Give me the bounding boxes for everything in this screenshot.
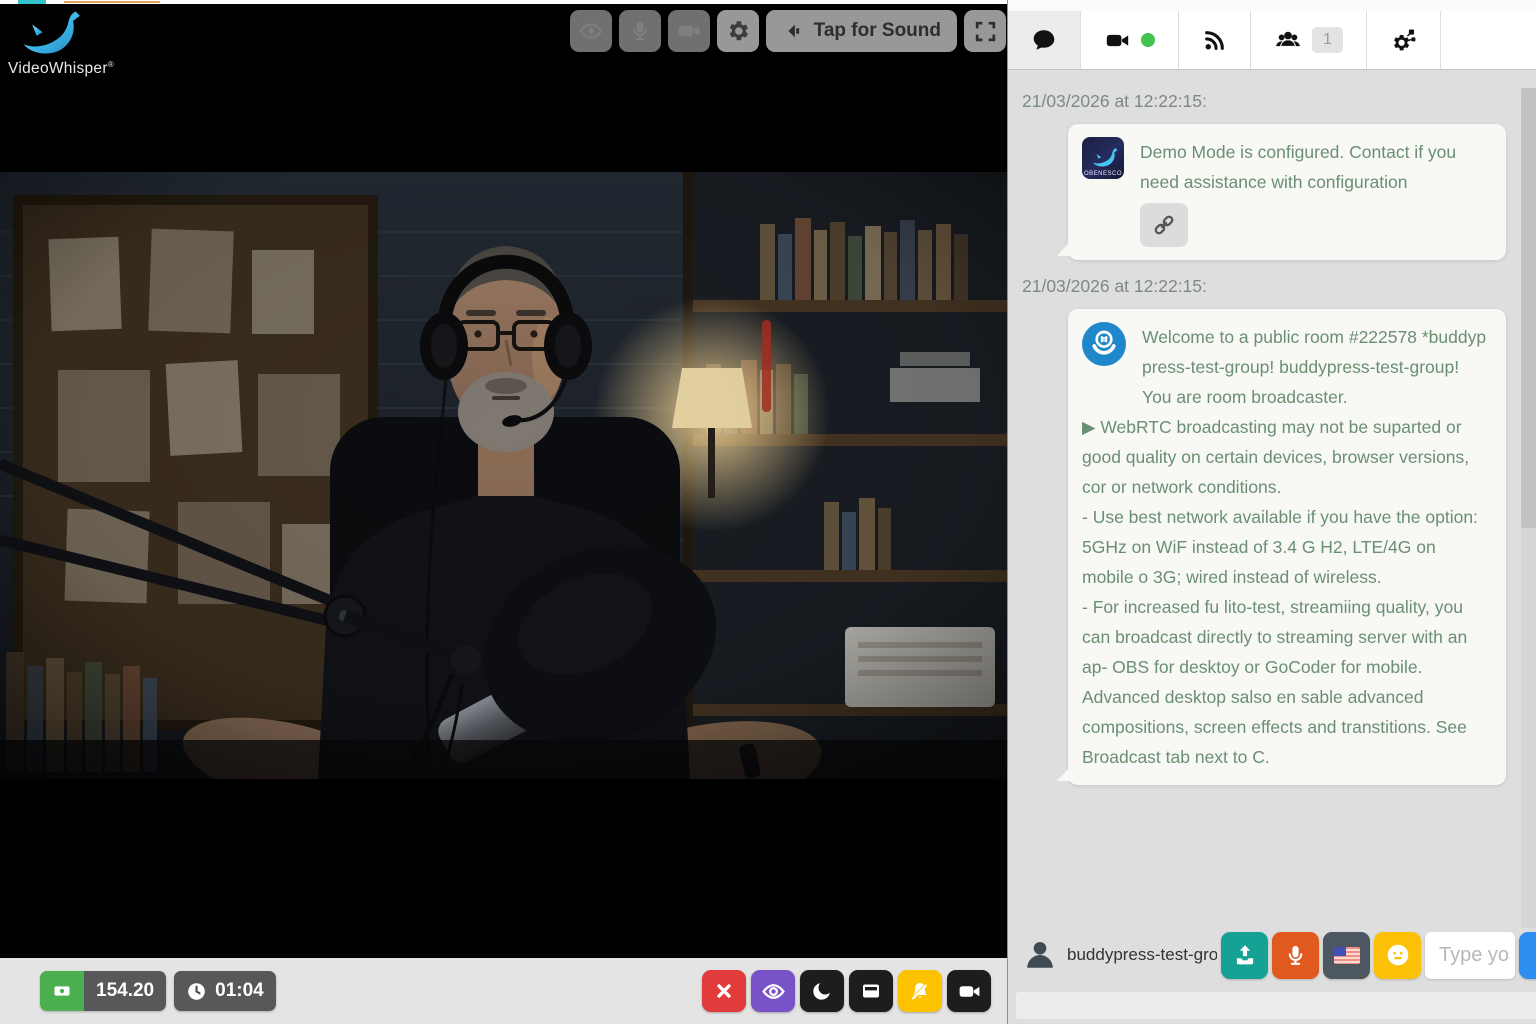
- gear-icon: [725, 18, 751, 44]
- language-flag-button[interactable]: [1323, 932, 1370, 979]
- chat-scrollbar-track[interactable]: [1521, 88, 1536, 928]
- eye-icon: [578, 18, 604, 44]
- bubble-tail: [1057, 232, 1079, 256]
- registered-mark: ®: [108, 60, 114, 69]
- videocam-icon: [957, 979, 982, 1004]
- users-icon: [1274, 26, 1302, 54]
- tab-stream[interactable]: [1179, 11, 1251, 69]
- smiley-icon: [1385, 942, 1411, 968]
- chat-message: OBENESCO Demo Mode is configured. Contac…: [1068, 124, 1506, 260]
- settings-button[interactable]: [717, 10, 759, 52]
- tab-broadcast[interactable]: [1081, 11, 1179, 69]
- avatar: OBENESCO: [1082, 137, 1124, 179]
- tab-users[interactable]: 1: [1251, 11, 1367, 69]
- layout-panel-button[interactable]: [849, 970, 893, 1012]
- video-bottom-bar: 154.20 01:04: [0, 958, 1007, 1024]
- broadcast-action-buttons: [702, 970, 991, 1012]
- webcam-video-frame: [0, 172, 1007, 779]
- dolphin-avatar-icon: [1086, 145, 1120, 171]
- services-gears-icon: [1390, 27, 1417, 54]
- muted-speaker-icon: [782, 20, 804, 42]
- progress-segment-orange: [64, 1, 160, 3]
- voice-message-button[interactable]: [1272, 932, 1319, 979]
- chat-bubble-icon: [1031, 27, 1057, 53]
- upload-file-button[interactable]: [1221, 932, 1268, 979]
- mute-notifications-button[interactable]: [898, 970, 942, 1012]
- money-icon-cell: [40, 971, 84, 1011]
- chat-input-row: buddypress-test-group: [1022, 930, 1536, 980]
- person-icon: [1022, 937, 1058, 973]
- message-paragraph: ▶ WebRTC broadcasting may not be suparte…: [1082, 412, 1492, 502]
- send-button[interactable]: [1519, 932, 1536, 979]
- preview-toggle-button[interactable]: [751, 970, 795, 1012]
- video-controls: Tap for Sound: [570, 10, 1006, 52]
- chat-messages: 21/03/2026 at 12:22:15: OBENESCO Demo Mo…: [1008, 71, 1536, 928]
- brand-name: VideoWhisper®: [8, 60, 114, 78]
- message-input[interactable]: [1425, 932, 1515, 979]
- camera-button[interactable]: [668, 10, 710, 52]
- fullscreen-icon: [973, 19, 998, 44]
- videowhisper-logo: VideoWhisper®: [8, 6, 114, 78]
- upload-icon: [1232, 942, 1258, 968]
- clock-icon: [186, 981, 207, 1002]
- videocam-icon: [1104, 27, 1131, 54]
- window-panel-icon: [859, 979, 883, 1003]
- message-text: Demo Mode is configured. Contact if you …: [1140, 137, 1492, 197]
- video-panel: VideoWhisper® Tap for Sound: [0, 0, 1007, 1024]
- close-stream-button[interactable]: [702, 970, 746, 1012]
- message-timestamp: 21/03/2026 at 12:22:15:: [1022, 276, 1506, 297]
- top-progress-strip: [0, 0, 1007, 4]
- room-avatar: [1082, 322, 1126, 366]
- close-icon: [713, 980, 735, 1002]
- message-paragraph: - For increased fu lito-test, streamiing…: [1082, 592, 1492, 772]
- moon-icon: [810, 979, 834, 1003]
- balance-badge: 154.20: [40, 971, 166, 1011]
- camera-toggle-button[interactable]: [947, 970, 991, 1012]
- live-status-dot: [1141, 33, 1155, 47]
- tabbar-filler: [1441, 11, 1536, 69]
- current-username: buddypress-test-group: [1067, 945, 1217, 965]
- mic-icon: [628, 19, 652, 43]
- videocam-icon: [676, 18, 702, 44]
- chat-scrollbar-thumb[interactable]: [1521, 88, 1536, 528]
- tap-for-sound-button[interactable]: Tap for Sound: [766, 10, 957, 52]
- dolphin-logo-icon: [8, 6, 86, 62]
- chat-panel: 1 21/03/2026 at 12:22:15: OBENESCO: [1007, 0, 1536, 1024]
- bell-slash-icon: [908, 979, 932, 1003]
- avatar-caption: OBENESCO: [1082, 171, 1124, 177]
- balance-value: 154.20: [84, 971, 166, 1011]
- tab-chat[interactable]: [1008, 11, 1081, 69]
- users-count-badge: 1: [1312, 27, 1343, 53]
- message-paragraph: - Use best network available if you have…: [1082, 502, 1492, 592]
- duration-value: 01:04: [215, 980, 264, 1002]
- link-icon: [1151, 212, 1177, 238]
- bubble-tail: [1057, 757, 1079, 781]
- flag-icon: [1334, 947, 1360, 964]
- tab-settings[interactable]: [1367, 11, 1441, 69]
- duration-badge: 01:04: [174, 971, 276, 1011]
- emoji-button[interactable]: [1374, 932, 1421, 979]
- money-icon: [52, 980, 72, 1002]
- link-attachment-button[interactable]: [1140, 203, 1188, 247]
- eye-icon: [761, 979, 786, 1004]
- tap-for-sound-label: Tap for Sound: [814, 20, 941, 42]
- message-paragraph: Welcome to a public room #222578 *buddyp…: [1142, 322, 1492, 412]
- chat-bottom-strip: [1016, 992, 1536, 1019]
- rss-icon: [1202, 28, 1227, 53]
- fullscreen-button[interactable]: [964, 10, 1006, 52]
- chat-message: Welcome to a public room #222578 *buddyp…: [1068, 309, 1506, 785]
- status-badges: 154.20 01:04: [40, 971, 276, 1011]
- message-timestamp: 21/03/2026 at 12:22:15:: [1022, 91, 1506, 112]
- mic-icon: [1283, 943, 1308, 968]
- preview-eye-button[interactable]: [570, 10, 612, 52]
- progress-segment-teal: [18, 0, 46, 4]
- hashtag-smile-icon: [1085, 325, 1123, 363]
- microphone-button[interactable]: [619, 10, 661, 52]
- dark-mode-button[interactable]: [800, 970, 844, 1012]
- chat-tabbar: 1: [1008, 0, 1536, 70]
